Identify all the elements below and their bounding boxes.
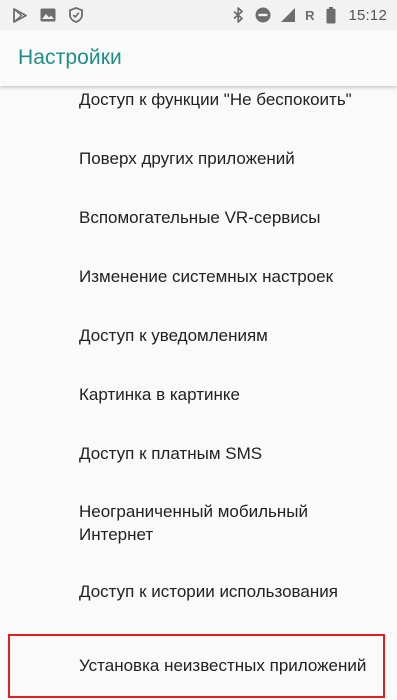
play-store-icon — [12, 7, 28, 23]
list-item-dnd-access[interactable]: Доступ к функции "Не беспокоить" — [0, 86, 397, 116]
app-bar: Настройки — [0, 30, 397, 86]
list-item-usage-access[interactable]: Доступ к истории использования — [0, 574, 397, 608]
battery-icon — [323, 6, 339, 23]
list-item-label: Картинка в картинке — [79, 384, 240, 404]
list-item-picture-in-picture[interactable]: Картинка в картинке — [0, 377, 397, 411]
list-item-draw-over-apps[interactable]: Поверх других приложений — [0, 141, 397, 175]
status-bar-left — [12, 7, 84, 23]
list-item-label: Вспомогательные VR-сервисы — [79, 207, 321, 227]
bluetooth-icon — [230, 7, 246, 23]
list-item-notification-access[interactable]: Доступ к уведомлениям — [0, 318, 397, 352]
page-title: Настройки — [18, 46, 122, 69]
list-item-label: Доступ к платным SMS — [79, 443, 263, 463]
list-item-vr-services[interactable]: Вспомогательные VR-сервисы — [0, 200, 397, 234]
list-item-premium-sms[interactable]: Доступ к платным SMS — [0, 436, 397, 470]
list-item-label: Установка неизвестных приложений — [79, 655, 367, 675]
list-item-label: Изменение системных настроек — [79, 266, 334, 286]
do-not-disturb-icon — [255, 7, 271, 23]
list-item-label: Доступ к истории использования — [79, 581, 338, 601]
screen: R 15:12 Настройки Доступ к функции "Не б… — [0, 0, 397, 700]
list-item-label: Доступ к функции "Не беспокоить" — [79, 89, 352, 109]
list-item-label: Неограниченный мобильный Интернет — [79, 502, 308, 544]
list-item-label: Поверх других приложений — [79, 148, 295, 168]
signal-icon — [280, 7, 296, 23]
settings-list[interactable]: Доступ к функции "Не беспокоить" Поверх … — [0, 86, 397, 700]
status-bar-right: R 15:12 — [230, 6, 387, 24]
roaming-indicator: R — [305, 7, 315, 23]
list-item-label: Доступ к уведомлениям — [79, 325, 268, 345]
clock: 15:12 — [348, 6, 387, 24]
image-icon — [40, 7, 56, 23]
shield-icon — [68, 7, 84, 23]
status-bar: R 15:12 — [0, 0, 397, 30]
list-item-install-unknown-apps[interactable]: Установка неизвестных приложений — [0, 639, 397, 691]
list-item-unrestricted-data[interactable]: Неограниченный мобильный Интернет — [0, 498, 397, 548]
list-item-modify-system-settings[interactable]: Изменение системных настроек — [0, 259, 397, 293]
